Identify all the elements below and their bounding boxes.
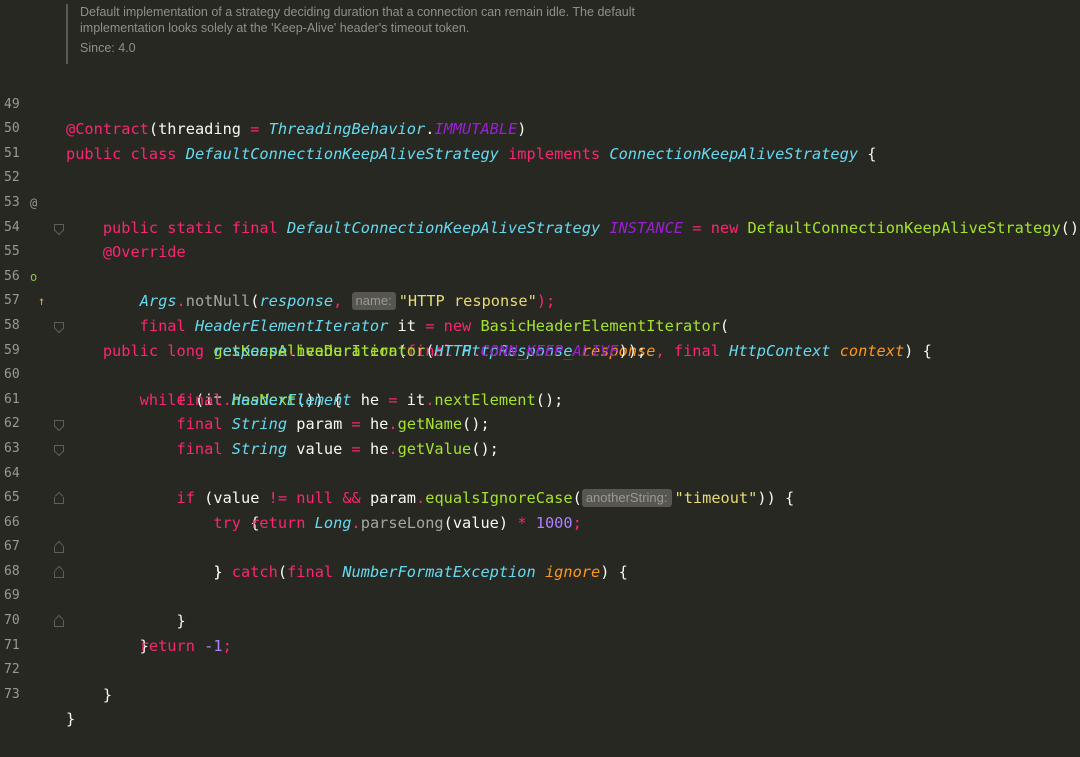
code-line-64: 64 try {	[0, 437, 1080, 532]
code-line-61: 61 final String param = he.getName();	[0, 363, 1080, 434]
code-line-58: 58 response.headerIterator(HTTP.CONN_KEE…	[0, 289, 1080, 360]
code-line-62: 62 final String value = he.getValue();	[0, 388, 1080, 458]
javadoc-popup: Default implementation of a strategy dec…	[66, 4, 780, 64]
code-line-50: 50 public class DefaultConnectionKeepAli…	[0, 93, 1080, 163]
fold-close-icon[interactable]	[54, 617, 64, 628]
fold-close-icon[interactable]	[54, 543, 64, 554]
fold-open-icon[interactable]	[54, 444, 64, 454]
code-line-63: 63 if (value != null && param.equalsIgno…	[0, 412, 1080, 508]
code-line-60: 60 final HeaderElement he = it.nextEleme…	[0, 339, 1080, 409]
code-line-59: 59 while (it.hasNext()) {	[0, 314, 1080, 409]
doc-since: Since: 4.0	[80, 41, 136, 55]
code-line-51: 51	[0, 117, 1080, 161]
fold-open-icon[interactable]	[54, 420, 64, 429]
code-line-71: 71 }	[0, 609, 1080, 704]
code-line-52: 52 @ public static final DefaultConnecti…	[0, 142, 1080, 236]
code-line-53: 53	[0, 166, 1080, 210]
code-line-69: 69 }	[0, 560, 1080, 655]
code-line-66: 66 } catch(final NumberFormatException i…	[0, 486, 1080, 581]
code-line-70: 70 return -1;	[0, 584, 1080, 655]
doc-line-2: implementation looks solely at the 'Keep…	[80, 21, 470, 35]
line-number: 73	[4, 686, 20, 702]
code-line-54: 54 @Override	[0, 191, 1080, 262]
code-line-49: 49 @Contract(threading = ThreadingBehavi…	[0, 68, 1080, 139]
fold-open-icon[interactable]	[54, 223, 64, 233]
code-line-56: 56 Args.notNull(response, name: "HTTP res…	[0, 240, 1080, 311]
code-line-72: 72	[0, 634, 1080, 677]
code-line-65: 65 return Long.parseLong(value) * 1000;	[0, 462, 1080, 532]
code-editor[interactable]: 49 @Contract(threading = ThreadingBehavi…	[0, 68, 1080, 729]
code-line-57: 57 final HeaderElementIterator it = new …	[0, 265, 1080, 335]
code-line-67: 67 }	[0, 511, 1080, 581]
doc-line-1: Default implementation of a strategy dec…	[80, 5, 635, 19]
fold-close-icon[interactable]	[54, 494, 64, 505]
code-line-73: 73 }	[0, 658, 1080, 729]
code-line-68: 68 }	[0, 535, 1080, 630]
code-line-55: 55 o ↑ public long getKeepAliveDuration(…	[0, 216, 1080, 360]
fold-close-icon[interactable]	[54, 568, 64, 578]
fold-open-icon[interactable]	[54, 321, 64, 331]
